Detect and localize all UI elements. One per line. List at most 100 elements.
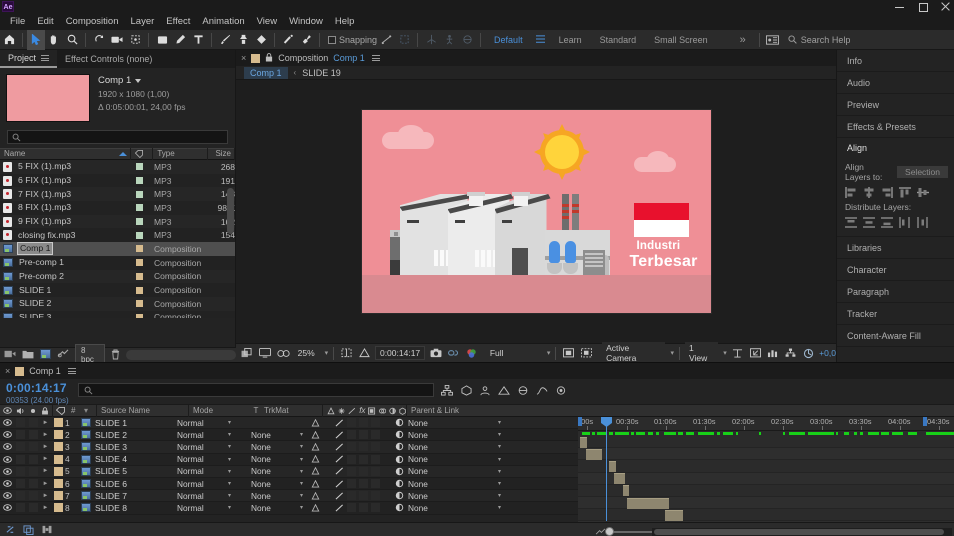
menu-file[interactable]: File bbox=[4, 13, 31, 30]
pickwhip-icon[interactable] bbox=[395, 479, 404, 488]
track-row[interactable] bbox=[578, 448, 954, 461]
layer-expand-arrow[interactable]: ► bbox=[40, 444, 51, 450]
layer-parent-select[interactable]: None ▾ bbox=[391, 442, 501, 452]
layer-label-swatch[interactable] bbox=[51, 430, 65, 440]
exposure-value[interactable]: +0,0 bbox=[819, 348, 836, 358]
chevron-down-icon[interactable] bbox=[135, 78, 142, 83]
collapse-transformations-icon[interactable] bbox=[311, 430, 320, 439]
align-layers-select[interactable]: Selection bbox=[897, 166, 948, 178]
effects-icon[interactable] bbox=[335, 504, 344, 512]
resolution-value[interactable]: Full bbox=[485, 347, 512, 359]
workspace-preset-icon[interactable] bbox=[764, 30, 782, 50]
composition-panel-menu-icon[interactable] bbox=[371, 54, 380, 63]
layer-audio-toggle[interactable] bbox=[14, 503, 27, 513]
project-scrollbar[interactable] bbox=[227, 188, 234, 234]
layer-parent-select[interactable]: None ▾ bbox=[391, 466, 501, 476]
chevron-down-icon[interactable]: ▾ bbox=[498, 419, 501, 426]
tab-project[interactable]: Project bbox=[0, 50, 58, 68]
column-lock[interactable] bbox=[38, 405, 52, 417]
layer-solo-toggle[interactable] bbox=[27, 479, 40, 489]
zoom-track[interactable] bbox=[605, 526, 656, 536]
layer-source-name-cell[interactable]: SLIDE 6 bbox=[81, 479, 173, 489]
playhead[interactable] bbox=[606, 417, 607, 521]
collapse-transformations-icon[interactable] bbox=[327, 406, 335, 415]
zoom-dropdown-icon[interactable]: ▾ bbox=[325, 349, 329, 357]
timeline-track-area[interactable]: :00s 00:30s 01:00s 01:30s 02:00s 02:30s … bbox=[578, 417, 954, 530]
motion-graphics-template-icon[interactable] bbox=[40, 523, 53, 536]
pickwhip-icon[interactable] bbox=[395, 430, 404, 439]
toggle-switches-modes-icon[interactable] bbox=[4, 523, 17, 536]
layer-trkmat-select[interactable]: None ▾ bbox=[247, 430, 307, 440]
layer-solo-toggle[interactable] bbox=[27, 430, 40, 440]
column-trkmat[interactable]: TrkMat bbox=[262, 405, 322, 417]
column-layer-number[interactable]: # bbox=[68, 405, 84, 417]
collapse-transformations-icon[interactable] bbox=[311, 479, 320, 488]
minimize-icon[interactable] bbox=[895, 2, 904, 11]
layer-mode-select[interactable]: Normal ▾ bbox=[173, 503, 235, 513]
camera-dropdown-icon[interactable]: ▾ bbox=[670, 349, 674, 357]
list-item[interactable]: closing fix.mp3 MP3 154 bbox=[0, 228, 235, 243]
tab-effect-controls[interactable]: Effect Controls (none) bbox=[57, 50, 160, 68]
motion-blur-icon[interactable] bbox=[516, 383, 530, 397]
chevron-down-icon[interactable]: ▾ bbox=[228, 443, 231, 450]
table-row[interactable]: ► 1 SLIDE 1 Normal ▾ None ▾ bbox=[0, 417, 578, 430]
layer-solo-toggle[interactable] bbox=[27, 491, 40, 501]
distribute-horizontal-center-icon[interactable] bbox=[917, 217, 929, 228]
effects-icon[interactable] bbox=[348, 407, 356, 415]
column-source-name[interactable]: Source Name bbox=[96, 404, 188, 417]
column-audio[interactable] bbox=[14, 405, 27, 417]
layer-source-name-cell[interactable]: SLIDE 1 bbox=[81, 418, 173, 428]
layer-audio-toggle[interactable] bbox=[14, 418, 27, 428]
effects-icon[interactable] bbox=[335, 480, 344, 488]
layer-label-swatch[interactable] bbox=[51, 454, 65, 464]
search-help-field[interactable]: Search Help bbox=[788, 35, 850, 45]
layer-audio-toggle[interactable] bbox=[14, 442, 27, 452]
effects-icon[interactable] bbox=[335, 467, 344, 475]
pickwhip-icon[interactable] bbox=[395, 455, 404, 464]
distribute-top-icon[interactable] bbox=[845, 217, 857, 228]
track-row[interactable] bbox=[578, 497, 954, 510]
column-mode[interactable]: Mode bbox=[188, 404, 250, 417]
align-center-horizontal-icon[interactable] bbox=[863, 187, 875, 198]
layer-trkmat-select[interactable]: None ▾ bbox=[247, 491, 307, 501]
camera-selector[interactable]: Active Camera bbox=[602, 342, 666, 364]
adjustment-layer-icon[interactable] bbox=[389, 407, 396, 415]
effects-icon[interactable] bbox=[335, 455, 344, 463]
layer-bar[interactable] bbox=[586, 448, 602, 460]
effects-icon[interactable] bbox=[335, 443, 344, 451]
zoom-tool-icon[interactable] bbox=[63, 30, 81, 50]
motion-blur-switch-icon[interactable] bbox=[378, 407, 386, 415]
effects-icon[interactable] bbox=[335, 431, 344, 439]
column-label[interactable] bbox=[131, 148, 154, 160]
new-composition-icon[interactable] bbox=[40, 349, 51, 361]
workspace-default[interactable]: Default bbox=[485, 30, 532, 50]
3d-layer-icon[interactable] bbox=[399, 407, 406, 415]
new-folder-icon[interactable] bbox=[22, 349, 34, 361]
channel-rgb-icon[interactable] bbox=[464, 344, 479, 363]
layer-expand-arrow[interactable]: ► bbox=[40, 493, 51, 499]
table-row[interactable]: ► 5 SLIDE 5 Normal ▾ None ▾ None ▾ bbox=[0, 465, 578, 478]
column-t[interactable]: T bbox=[250, 405, 262, 417]
layer-mode-select[interactable]: Normal ▾ bbox=[173, 491, 235, 501]
collapse-transformations-icon[interactable] bbox=[311, 418, 320, 427]
layer-trkmat-select[interactable]: None ▾ bbox=[247, 466, 307, 476]
layer-expand-arrow[interactable]: ► bbox=[40, 456, 51, 462]
layer-bar[interactable] bbox=[614, 473, 625, 485]
layer-visibility-toggle[interactable] bbox=[0, 504, 14, 512]
layer-mode-select[interactable]: Normal ▾ bbox=[173, 479, 235, 489]
layer-parent-select[interactable]: None ▾ bbox=[391, 479, 501, 489]
project-search-input[interactable] bbox=[7, 130, 228, 144]
layer-bar[interactable] bbox=[627, 497, 669, 509]
layer-source-name-cell[interactable]: SLIDE 2 bbox=[81, 430, 173, 440]
layer-expand-arrow[interactable]: ► bbox=[40, 432, 51, 438]
timecode-area[interactable]: 0:00:14:17 00353 (24.00 fps) bbox=[0, 379, 69, 405]
layer-expand-arrow[interactable]: ► bbox=[40, 505, 51, 511]
layer-visibility-toggle[interactable] bbox=[0, 492, 14, 499]
layer-source-name-cell[interactable]: SLIDE 3 bbox=[81, 442, 173, 452]
layer-solo-toggle[interactable] bbox=[27, 503, 40, 513]
layer-switches[interactable] bbox=[307, 479, 391, 489]
workspace-small-screen[interactable]: Small Screen bbox=[645, 30, 717, 50]
layer-parent-select[interactable]: None ▾ bbox=[391, 418, 501, 428]
table-row[interactable]: ► 7 SLIDE 7 Normal ▾ None ▾ None ▾ bbox=[0, 490, 578, 503]
layer-label-swatch[interactable] bbox=[51, 503, 65, 513]
